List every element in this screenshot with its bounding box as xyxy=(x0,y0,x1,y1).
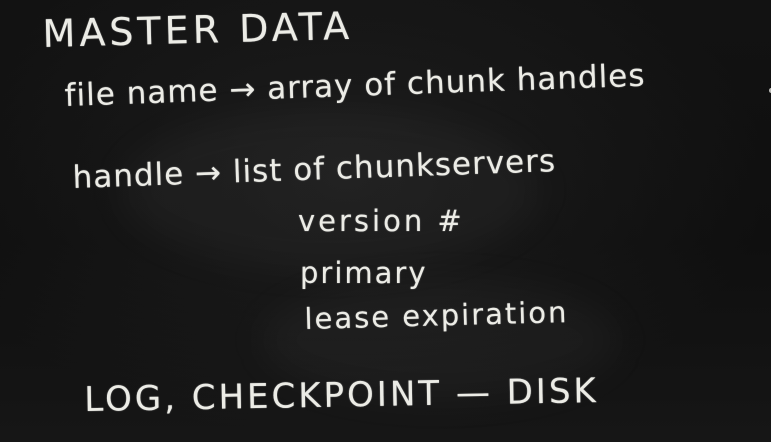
handle-attribute-primary: primary xyxy=(300,256,428,290)
persistence-note: LOG, CHECKPOINT — DISK xyxy=(84,371,600,420)
handle-attribute-version: version # xyxy=(298,204,465,238)
chalkboard: MASTER DATA file name → array of chunk h… xyxy=(0,0,771,442)
mapping-filename-to-handles: file name → array of chunk handles xyxy=(64,57,647,114)
board-title: MASTER DATA xyxy=(42,3,354,56)
handle-attribute-lease-expiration: lease expiration xyxy=(304,295,569,336)
